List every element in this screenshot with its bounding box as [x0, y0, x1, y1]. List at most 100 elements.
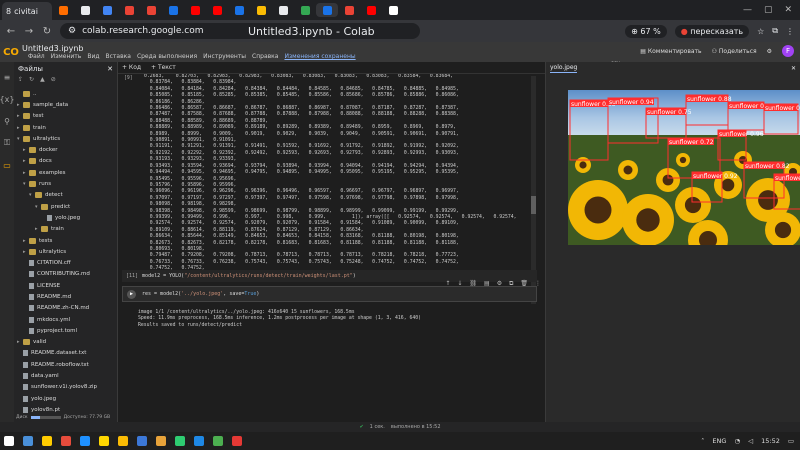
browser-tab[interactable] [382, 3, 404, 17]
file-tree-item[interactable]: ▾ ultralytics [14, 133, 117, 144]
zoom-badge[interactable]: ⊕ 67 % [625, 24, 667, 38]
saved-status[interactable]: Изменения сохранены [284, 53, 355, 60]
share-button[interactable]: ⚇ Поделиться [712, 48, 757, 55]
file-tree-item[interactable]: yolov8n.pt [14, 404, 117, 415]
search-icon[interactable]: ⚲ [0, 114, 14, 128]
variables-icon[interactable]: {x} [0, 92, 14, 106]
maximize-icon[interactable]: ▢ [764, 5, 773, 15]
site-info-icon[interactable]: ⚙ [68, 26, 76, 36]
colab-logo[interactable]: CO [0, 42, 22, 62]
comment-button[interactable]: ▤ Комментировать [640, 48, 701, 55]
star-icon[interactable]: ☆ [757, 27, 764, 36]
browser-tab[interactable] [338, 3, 360, 17]
file-tree-item[interactable]: ▸ docker [14, 144, 117, 155]
browser-tab[interactable] [294, 3, 316, 17]
menu-item[interactable]: Среда выполнения [137, 53, 197, 60]
file-tree-item[interactable]: .. [14, 88, 117, 99]
add-code-button[interactable]: + Код [122, 64, 141, 71]
file-tree-item[interactable]: ▾ runs [14, 178, 117, 189]
menu-item[interactable]: Справка [252, 53, 278, 60]
secrets-icon[interactable]: ⚿ [0, 136, 14, 150]
file-tree-item[interactable]: README.zh-CN.md [14, 303, 117, 314]
browser-tab[interactable] [316, 3, 338, 17]
file-tree-item[interactable]: ▸ train [14, 122, 117, 133]
run-icon[interactable]: ▶ [127, 289, 136, 299]
taskbar-app-icon[interactable] [137, 436, 147, 446]
file-tree-item[interactable]: data.yaml [14, 370, 117, 381]
file-tree-item[interactable]: CONTRIBUTING.md [14, 269, 117, 280]
clock[interactable]: 15:52 [761, 437, 780, 445]
file-tree-item[interactable]: README.md [14, 291, 117, 302]
file-tree-item[interactable]: ▸ examples [14, 167, 117, 178]
file-tree-item[interactable]: LICENSE [14, 280, 117, 291]
taskbar-app-icon[interactable] [175, 436, 185, 446]
browser-tab[interactable] [184, 3, 206, 17]
close-icon[interactable]: ✕ [784, 5, 792, 15]
browser-tab[interactable] [360, 3, 382, 17]
taskbar-app-icon[interactable] [156, 436, 166, 446]
reload-icon[interactable]: ↻ [42, 26, 52, 37]
file-tree-item[interactable]: ▸ train [14, 224, 117, 235]
taskbar-app-icon[interactable] [23, 436, 33, 446]
volume-icon[interactable]: ◁ [748, 437, 753, 445]
notebook-name[interactable]: Untitled3.ipynb [22, 44, 83, 53]
browser-tab[interactable] [118, 3, 140, 17]
file-tree-item[interactable]: README.dataset.txt [14, 348, 117, 359]
file-tree-item[interactable]: ▸ tests [14, 235, 117, 246]
drive-icon[interactable]: ▲ [40, 76, 45, 86]
file-tree-item[interactable]: yolo.jpeg [14, 393, 117, 404]
browser-tab[interactable] [74, 3, 96, 17]
translate-button[interactable]: ● пересказать [674, 24, 750, 38]
extensions-icon[interactable]: ⧉ [772, 26, 778, 36]
file-tree-item[interactable]: ▸ test [14, 111, 117, 122]
tab-civitai[interactable]: 8 civitai [2, 2, 52, 20]
file-tree-item[interactable]: ▾ predict [14, 201, 117, 212]
menu-item[interactable]: Вид [87, 53, 99, 60]
avatar[interactable]: F [782, 45, 794, 57]
menu-item[interactable]: Файл [28, 53, 45, 60]
menu-item[interactable]: Изменить [51, 53, 82, 60]
taskbar-app-icon[interactable] [118, 436, 128, 446]
close-icon[interactable]: ✕ [107, 65, 113, 73]
browser-tab[interactable] [206, 3, 228, 17]
code-cell-current[interactable]: ▶ res = model2('../yolo.jpeg', save=True… [122, 286, 537, 302]
browser-tab[interactable] [272, 3, 294, 17]
file-tree-item[interactable]: ▸ sample_data [14, 99, 117, 110]
file-tree-item[interactable]: ▸ ultralytics [14, 246, 117, 257]
taskbar-app-icon[interactable] [80, 436, 90, 446]
file-tree-item[interactable]: pyproject.toml [14, 325, 117, 336]
menu-icon[interactable]: ⋮ [786, 27, 794, 36]
tray-chevron-icon[interactable]: ˄ [701, 437, 704, 445]
file-tree-item[interactable]: sunflower.v1i.yolov8.zip [14, 382, 117, 393]
file-tree-item[interactable]: ▸ docs [14, 156, 117, 167]
file-tree-item[interactable]: mkdocs.yml [14, 314, 117, 325]
viewer-tab[interactable]: yolo.jpeg [550, 64, 578, 73]
close-icon[interactable]: ✕ [791, 65, 796, 72]
browser-tab[interactable] [162, 3, 184, 17]
file-tree-item[interactable]: yolo.jpeg [14, 212, 117, 223]
taskbar-app-icon[interactable] [194, 436, 204, 446]
notifications-icon[interactable]: ▭ [788, 437, 794, 445]
files-icon[interactable]: ▭ [0, 158, 14, 172]
add-text-button[interactable]: + Текст [151, 64, 176, 71]
toc-icon[interactable]: ≡ [0, 70, 14, 84]
taskbar-app-icon[interactable] [42, 436, 52, 446]
taskbar-app-icon[interactable] [232, 436, 242, 446]
taskbar-app-icon[interactable] [4, 436, 14, 446]
browser-tab[interactable] [250, 3, 272, 17]
file-tree-item[interactable]: ▾ detect [14, 190, 117, 201]
file-tree-item[interactable]: CITATION.cff [14, 257, 117, 268]
language[interactable]: ENG [712, 437, 726, 445]
taskbar-app-icon[interactable] [213, 436, 223, 446]
browser-tab[interactable] [228, 3, 250, 17]
hide-icon[interactable]: ⊘ [51, 76, 56, 86]
settings-icon[interactable]: ⚙ [767, 48, 772, 55]
menu-item[interactable]: Вставка [106, 53, 131, 60]
upload-icon[interactable]: ⇪ [18, 76, 23, 86]
menu-item[interactable]: Инструменты [203, 53, 246, 60]
file-tree-item[interactable]: README.roboflow.txt [14, 359, 117, 370]
refresh-icon[interactable]: ↻ [29, 76, 34, 86]
browser-tab[interactable] [96, 3, 118, 17]
forward-icon[interactable]: → [24, 26, 34, 37]
file-tree-item[interactable]: ▸ valid [14, 337, 117, 348]
